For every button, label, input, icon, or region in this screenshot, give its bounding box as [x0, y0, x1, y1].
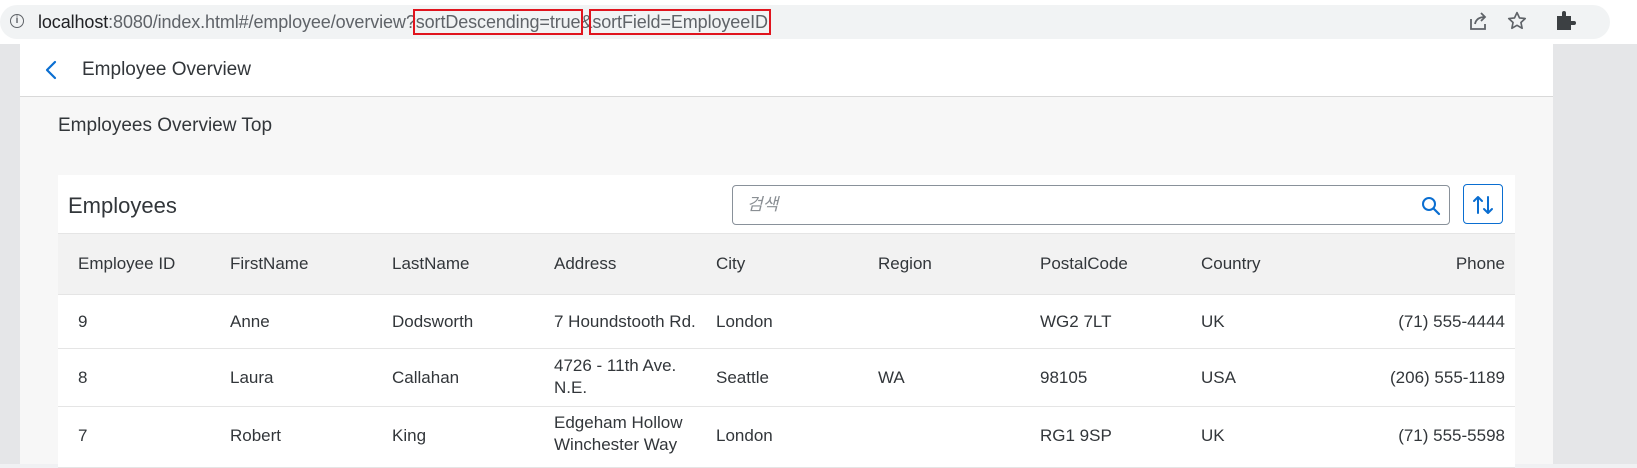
page-title: Employee Overview [82, 59, 251, 80]
cell-first-name: Robert [230, 426, 282, 445]
cell-postal-code: RG1 9SP [1040, 426, 1112, 445]
cell-employee-id: 9 [78, 312, 88, 331]
cell-address: Edgeham Hollow Winchester Way [554, 413, 683, 454]
app-header: Employee Overview [20, 44, 1553, 97]
star-icon[interactable] [1506, 10, 1528, 32]
section-title: Employees Overview Top [58, 115, 273, 136]
column-header-postal-code[interactable]: PostalCode [1040, 253, 1128, 275]
address-bar[interactable]: i localhost:8080/index.html#/employee/ov… [0, 5, 1610, 39]
back-button[interactable] [40, 58, 64, 82]
cell-city: London [716, 426, 773, 445]
cell-employee-id: 7 [78, 426, 88, 445]
cell-country: USA [1201, 368, 1236, 387]
cell-city: London [716, 312, 773, 331]
table-row[interactable]: 7 Robert King Edgeham Hollow Winchester … [58, 407, 1515, 468]
cell-last-name: Dodsworth [392, 312, 474, 331]
share-icon[interactable] [1467, 11, 1489, 33]
cell-region: WA [878, 368, 905, 387]
column-header-phone[interactable]: Phone [1456, 253, 1505, 275]
browser-toolbar: i localhost:8080/index.html#/employee/ov… [0, 0, 1637, 44]
cell-address: 4726 - 11th Ave. N.E. [554, 356, 677, 397]
table-row[interactable]: 9 Anne Dodsworth 7 Houndstooth Rd. Londo… [58, 295, 1515, 349]
search-icon[interactable] [1421, 196, 1441, 216]
url-param-sort-descending: sortDescending=true [412, 9, 584, 35]
column-header-region[interactable]: Region [878, 253, 932, 275]
puzzle-icon[interactable] [1555, 10, 1577, 32]
column-header-last-name[interactable]: LastName [392, 253, 469, 275]
cell-phone: (71) 555-4444 [1398, 312, 1505, 331]
page-content: Employees Overview Top Employees Employe… [20, 97, 1553, 468]
cell-first-name: Anne [230, 312, 270, 331]
column-header-address[interactable]: Address [554, 253, 704, 275]
cell-country: UK [1201, 426, 1225, 445]
sort-icon [1473, 196, 1493, 214]
cell-last-name: Callahan [392, 368, 460, 387]
cell-postal-code: WG2 7LT [1040, 312, 1112, 331]
cell-employee-id: 8 [78, 368, 88, 387]
left-gutter [0, 44, 20, 464]
info-icon[interactable]: i [10, 14, 24, 28]
column-header-employee-id[interactable]: Employee ID [78, 253, 175, 275]
cell-first-name: Laura [230, 368, 274, 387]
table-toolbar: Employees [58, 175, 1515, 233]
cell-city: Seattle [716, 368, 769, 387]
cell-phone: (71) 555-5598 [1398, 426, 1505, 445]
right-gutter [1553, 44, 1637, 464]
cell-postal-code: 98105 [1040, 368, 1088, 387]
table-title: Employees [68, 193, 177, 218]
table-header-row: Employee ID FirstName LastName Address C… [58, 233, 1515, 295]
cell-phone: (206) 555-1189 [1390, 368, 1505, 387]
cell-country: UK [1201, 312, 1225, 331]
column-header-first-name[interactable]: FirstName [230, 253, 308, 275]
cell-address: 7 Houndstooth Rd. [554, 312, 696, 331]
search-field[interactable] [732, 185, 1450, 225]
column-header-country[interactable]: Country [1201, 253, 1261, 275]
url-separator: & [580, 12, 593, 32]
table-row[interactable]: 8 Laura Callahan 4726 - 11th Ave. N.E. S… [58, 349, 1515, 407]
column-header-city[interactable]: City [716, 253, 745, 275]
sort-button[interactable] [1463, 184, 1503, 224]
url-host: localhost [38, 12, 109, 32]
url-param-sort-field: sortField=EmployeeID [589, 9, 771, 35]
employees-table: Employee ID FirstName LastName Address C… [58, 233, 1515, 468]
url-path: :8080/index.html#/employee/overview? [108, 12, 416, 32]
search-input[interactable] [733, 186, 1403, 224]
cell-last-name: King [392, 426, 427, 445]
url-text[interactable]: localhost:8080/index.html#/employee/over… [38, 9, 771, 35]
